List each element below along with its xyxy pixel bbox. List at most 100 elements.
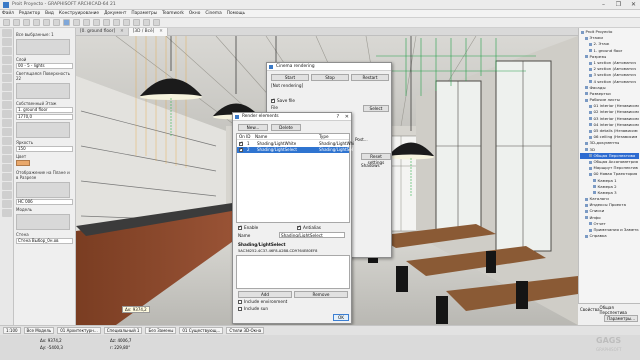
snap-icon[interactable] — [93, 19, 100, 26]
save-icon[interactable] — [23, 19, 30, 26]
line-tool-icon[interactable] — [2, 200, 12, 208]
status-override[interactable]: Без Замены — [145, 327, 177, 334]
roof-tool-icon[interactable] — [2, 92, 12, 100]
column-id[interactable]: ID — [246, 134, 250, 139]
close-icon[interactable]: ✕ — [345, 114, 349, 120]
layers-icon[interactable] — [113, 19, 120, 26]
shell-tool-icon[interactable] — [2, 101, 12, 109]
marquee-tool-icon[interactable] — [2, 38, 12, 46]
menu-window[interactable]: Окно — [189, 11, 200, 16]
column-type[interactable]: Type — [319, 134, 329, 139]
minimize-button[interactable]: – — [599, 1, 608, 8]
mesh-tool-icon[interactable] — [2, 155, 12, 163]
print-icon[interactable] — [33, 19, 40, 26]
antialias-checkbox[interactable] — [297, 225, 301, 230]
tab-close-icon[interactable]: ✕ — [120, 29, 124, 34]
status-model[interactable]: Все Модель — [23, 327, 55, 334]
help-icon[interactable]: ? — [337, 114, 340, 120]
magic-wand-icon[interactable] — [83, 19, 90, 26]
redo-icon[interactable] — [53, 19, 60, 26]
element-enabled-checkbox[interactable] — [239, 141, 243, 147]
status-3d-style[interactable]: Стили 3D-Окна — [226, 327, 265, 334]
render-elements-list[interactable]: On ID Name Type 1 Shading/LightWhite Sha… — [236, 133, 354, 223]
new-file-icon[interactable] — [3, 19, 10, 26]
grid-icon[interactable] — [103, 19, 110, 26]
lamp-tool-icon[interactable] — [2, 137, 12, 145]
undo-icon[interactable] — [43, 19, 50, 26]
status-layer-combo[interactable]: 01 Архитектурн... — [57, 327, 101, 334]
menu-design[interactable]: Конструирование — [59, 11, 99, 16]
remove-button[interactable]: Remove — [294, 291, 348, 298]
door-tool-icon[interactable] — [2, 110, 12, 118]
menu-options[interactable]: Параметры — [131, 11, 157, 16]
enable-checkbox[interactable] — [238, 225, 242, 230]
menu-view[interactable]: Вид — [45, 11, 54, 16]
menu-file[interactable]: Файл — [2, 11, 14, 16]
arrow-tool-icon[interactable] — [2, 29, 12, 37]
element-enabled-checkbox[interactable] — [239, 147, 243, 153]
plan-view-icon[interactable] — [133, 19, 140, 26]
save-file-checkbox[interactable] — [271, 98, 275, 103]
status-renovation[interactable]: 01 Существующ... — [179, 327, 224, 334]
column-tool-icon[interactable] — [2, 56, 12, 64]
select-file-button[interactable]: Select — [363, 105, 389, 112]
window-tool-icon[interactable] — [2, 119, 12, 127]
layer-field[interactable]: 00 - 5 - lights — [16, 63, 73, 69]
marquee-icon[interactable] — [73, 19, 80, 26]
element-id-field[interactable]: HC 006 — [16, 199, 73, 205]
delete-element-button[interactable]: Delete — [271, 124, 301, 131]
fill-tool-icon[interactable] — [2, 191, 12, 199]
select-arrow-icon[interactable] — [63, 19, 70, 26]
parameters-button[interactable]: Параметры... — [604, 315, 638, 322]
render-icon[interactable] — [153, 19, 160, 26]
zoom-field[interactable]: 1:100 — [3, 327, 21, 334]
tab-close-icon[interactable]: ✕ — [159, 29, 163, 34]
menu-cinema[interactable]: Cinema — [205, 11, 221, 16]
text-tool-icon[interactable] — [2, 173, 12, 181]
close-window-button[interactable]: ✕ — [629, 1, 638, 8]
maximize-button[interactable]: ❐ — [614, 1, 623, 8]
open-file-icon[interactable] — [13, 19, 20, 26]
add-button[interactable]: Add — [238, 291, 292, 298]
zone-tool-icon[interactable] — [2, 146, 12, 154]
element-name-field[interactable]: Shading/LightSelect — [279, 232, 345, 238]
angle-field[interactable]: 1770,0 — [16, 114, 73, 120]
floor-field[interactable]: 1. ground floor — [16, 107, 73, 113]
light-color-swatch[interactable] — [16, 160, 30, 166]
include-sun-checkbox[interactable] — [238, 307, 242, 311]
label-tool-icon[interactable] — [2, 182, 12, 190]
window-controls: – ❐ ✕ — [599, 1, 638, 8]
menu-teamwork[interactable]: Teamwork — [162, 11, 184, 16]
restart-render-button[interactable]: Restart — [351, 74, 389, 81]
camera-tool-icon[interactable] — [2, 209, 12, 217]
column-name[interactable]: Name — [255, 134, 267, 139]
properties-label: Свойства — [580, 307, 600, 312]
section-icon[interactable] — [143, 19, 150, 26]
column-on[interactable]: On — [239, 134, 245, 139]
include-environment-checkbox[interactable] — [238, 300, 242, 304]
status-pen-set[interactable]: Специальный 1 — [103, 327, 143, 334]
element-properties-area[interactable] — [236, 255, 350, 289]
object-tool-icon[interactable] — [2, 128, 12, 136]
reset-settings-button[interactable]: Reset settings — [361, 153, 391, 165]
brightness-field[interactable]: 150 — [16, 146, 73, 152]
3d-view-icon[interactable] — [123, 19, 130, 26]
navigator-item[interactable]: Справка — [580, 233, 639, 239]
slab-tool-icon[interactable] — [2, 74, 12, 82]
wall-tool-icon[interactable] — [2, 47, 12, 55]
ok-button[interactable]: OK — [333, 314, 349, 321]
stop-render-button[interactable]: Stop — [311, 74, 349, 81]
new-element-button[interactable]: New... — [238, 124, 268, 131]
menu-edit[interactable]: Редактор — [19, 11, 40, 16]
tab-3d[interactable]: [3D / Всё] ✕ — [128, 28, 168, 36]
dimension-tool-icon[interactable] — [2, 164, 12, 172]
start-render-button[interactable]: Start — [271, 74, 309, 81]
beam-tool-icon[interactable] — [2, 65, 12, 73]
tab-ground-floor[interactable]: [0. ground floor] ✕ — [76, 28, 129, 36]
wall-field[interactable]: Стена Выбор_0н.ов — [16, 238, 73, 244]
stair-tool-icon[interactable] — [2, 83, 12, 91]
menu-document[interactable]: Документ — [104, 11, 126, 16]
list-item-selected[interactable]: 2 Shading/LightSelect Shading/LightSel — [237, 147, 353, 153]
menu-help[interactable]: Помощь — [227, 11, 245, 16]
surface-preview[interactable] — [16, 83, 70, 99]
